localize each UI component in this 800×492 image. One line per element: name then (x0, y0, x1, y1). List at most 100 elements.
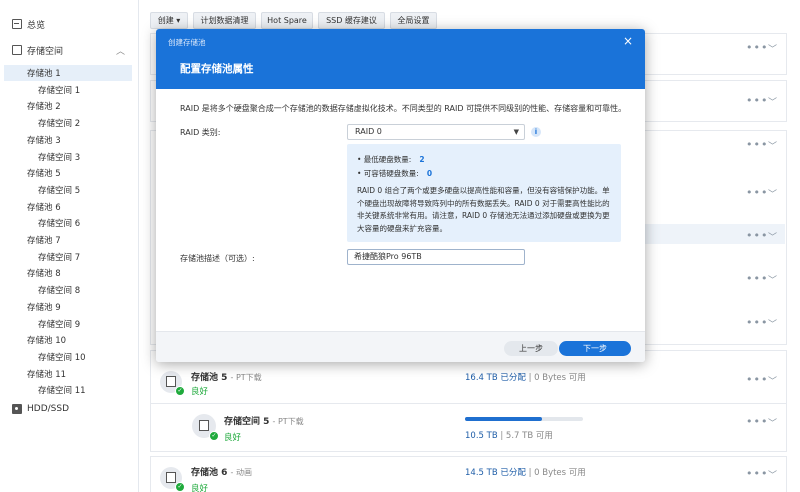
raid-info-box: • 最低硬盘数量: 2 • 可容错硬盘数量: 0 RAID 0 组合了两个或更多硬盘… (347, 144, 621, 242)
more-icon[interactable]: ••• (746, 316, 768, 329)
sidebar-item-volume[interactable]: 存储空间 2 (0, 115, 139, 131)
more-icon[interactable]: ••• (746, 229, 768, 242)
info-icon[interactable]: i (531, 127, 541, 137)
sidebar-item-volume[interactable]: 存储空间 10 (0, 349, 139, 365)
sidebar-item-volume[interactable]: 存储空间 1 (0, 82, 139, 98)
more-icon[interactable]: ••• (746, 138, 768, 151)
sidebar-item-volume[interactable]: 存储空间 3 (0, 149, 139, 165)
chevron-down-icon[interactable]: ﹀ (768, 317, 777, 330)
sidebar-item-label: 存储空间 (27, 46, 64, 57)
sidebar-item-label: 存储空间 2 (38, 119, 81, 129)
dialog-header: 创建存储池 × 配置存储池属性 (156, 29, 645, 89)
sidebar-item-label: 存储池 11 (27, 370, 67, 380)
sidebar-item-label: 存储空间 6 (38, 219, 81, 229)
sidebar-item-label: 存储池 1 (27, 69, 61, 79)
sidebar-item-label: 存储池 2 (27, 102, 61, 112)
chevron-down-icon[interactable]: ﹀ (768, 230, 777, 243)
sidebar-item-storage[interactable]: 存储空间 ︿ (0, 42, 139, 58)
sidebar-item-volume[interactable]: 存储空间 9 (0, 316, 139, 332)
sidebar-item-pool[interactable]: 存储池 2 (0, 98, 139, 114)
sidebar-item-hdd[interactable]: HDD/SSD (0, 401, 139, 417)
raid-type-label: RAID 类别: (180, 128, 221, 137)
hotspare-button[interactable]: Hot Spare (261, 12, 313, 29)
pool6-title: 存储池 6 - 动画 (191, 468, 252, 478)
sidebar-item-label: 总览 (27, 20, 46, 31)
chevron-down-icon[interactable]: ﹀ (768, 468, 777, 481)
create-pool-dialog: 创建存储池 × 配置存储池属性 RAID 是将多个硬盘聚合成一个存储池的数据存储… (156, 29, 645, 362)
sidebar-item-label: 存储池 6 (27, 203, 61, 213)
vol5-status: 良好 (224, 433, 242, 443)
fault-tolerance-line: • 可容错硬盘数量: 0 (357, 169, 433, 178)
sidebar-item-volume[interactable]: 存储空间 8 (0, 282, 139, 298)
chevron-down-icon[interactable]: ﹀ (768, 95, 777, 108)
check-icon: ✓ (175, 386, 185, 396)
scrub-button[interactable]: 计划数据清理 (193, 12, 256, 29)
sidebar-item-volume[interactable]: 存储空间 5 (0, 182, 139, 198)
check-icon: ✓ (209, 431, 219, 441)
sidebar-item-label: 存储池 10 (27, 336, 67, 346)
volume-icon: ✓ (192, 414, 219, 441)
overview-icon (12, 19, 22, 29)
create-button[interactable]: 创建 ▾ (150, 12, 188, 29)
sidebar-item-pool[interactable]: 存储池 9 (0, 299, 139, 315)
check-icon: ✓ (175, 482, 185, 492)
more-icon[interactable]: ••• (746, 94, 768, 107)
sidebar-item-label: 存储池 7 (27, 236, 61, 246)
raid-type-value: RAID 0 (355, 127, 382, 136)
storage-icon (12, 45, 22, 55)
raid-info-text: RAID 0 组合了两个或更多硬盘以提高性能和容量，但没有容错保护功能。单个硬盘… (357, 186, 610, 233)
dialog-footer: 上一步 下一步 (156, 331, 645, 362)
chevron-down-icon[interactable]: ﹀ (768, 273, 777, 286)
chevron-down-icon[interactable]: ﹀ (768, 187, 777, 200)
previous-button[interactable]: 上一步 (504, 341, 558, 356)
sidebar-item-volume[interactable]: 存储空间 11 (0, 382, 139, 398)
sidebar-item-volume[interactable]: 存储空间 6 (0, 215, 139, 231)
chevron-down-icon[interactable]: ﹀ (768, 374, 777, 387)
pool-description-input[interactable]: 希捷酷狼Pro 96TB (347, 249, 525, 265)
sidebar-item-pool[interactable]: 存储池 3 (0, 132, 139, 148)
pool-description-label: 存储池描述（可选）: (180, 254, 255, 263)
pool6-capacity: 14.5 TB 已分配 | 0 Bytes 可用 (465, 468, 586, 478)
sidebar-item-pool[interactable]: 存储池 5 (0, 165, 139, 181)
divider (150, 403, 787, 404)
sidebar-item-label: 存储空间 3 (38, 153, 81, 163)
sidebar-item-overview[interactable]: 总览 (0, 16, 139, 32)
more-icon[interactable]: ••• (746, 373, 768, 386)
sidebar-item-label: HDD/SSD (27, 404, 70, 414)
sidebar-item-label: 存储空间 5 (38, 186, 81, 196)
ssd-cache-button[interactable]: SSD 缓存建议 (318, 12, 385, 29)
min-disks-line: • 最低硬盘数量: 2 (357, 155, 425, 164)
pool6-status: 良好 (191, 484, 209, 492)
vol5-capacity: 10.5 TB | 5.7 TB 可用 (465, 431, 553, 441)
global-settings-button[interactable]: 全局设置 (390, 12, 437, 29)
more-icon[interactable]: ••• (746, 186, 768, 199)
pool-icon: ✓ (160, 371, 185, 396)
sidebar-item-label: 存储空间 9 (38, 320, 81, 330)
chevron-up-icon[interactable]: ︿ (116, 44, 125, 57)
sidebar-item-pool[interactable]: 存储池 10 (0, 332, 139, 348)
chevron-down-icon[interactable]: ﹀ (768, 139, 777, 152)
close-icon[interactable]: × (623, 34, 633, 48)
vol5-usage-bar (465, 417, 583, 421)
raid-description: RAID 是将多个硬盘聚合成一个存储池的数据存储虚拟化技术。不同类型的 RAID… (180, 104, 627, 113)
sidebar-item-label: 存储空间 10 (38, 353, 86, 363)
sidebar-item-pool[interactable]: 存储池 7 (0, 232, 139, 248)
sidebar-item-pool[interactable]: 存储池 1 (4, 65, 132, 81)
dialog-title: 配置存储池属性 (180, 63, 254, 75)
more-icon[interactable]: ••• (746, 415, 768, 428)
sidebar-item-pool[interactable]: 存储池 6 (0, 199, 139, 215)
more-icon[interactable]: ••• (746, 272, 768, 285)
sidebar-item-label: 存储空间 1 (38, 86, 81, 96)
sidebar-item-volume[interactable]: 存储空间 7 (0, 249, 139, 265)
chevron-down-icon[interactable]: ﹀ (768, 416, 777, 429)
sidebar-item-label: 存储池 9 (27, 303, 61, 313)
next-button[interactable]: 下一步 (559, 341, 631, 356)
sidebar-item-label: 存储空间 7 (38, 253, 81, 263)
sidebar-item-pool[interactable]: 存储池 8 (0, 265, 139, 281)
more-icon[interactable]: ••• (746, 467, 768, 480)
chevron-down-icon[interactable]: ﹀ (768, 42, 777, 55)
sidebar-item-pool[interactable]: 存储池 11 (0, 366, 139, 382)
more-icon[interactable]: ••• (746, 41, 768, 54)
raid-type-select[interactable]: RAID 0 ▼ (347, 124, 525, 140)
sidebar-item-label: 存储池 3 (27, 136, 61, 146)
